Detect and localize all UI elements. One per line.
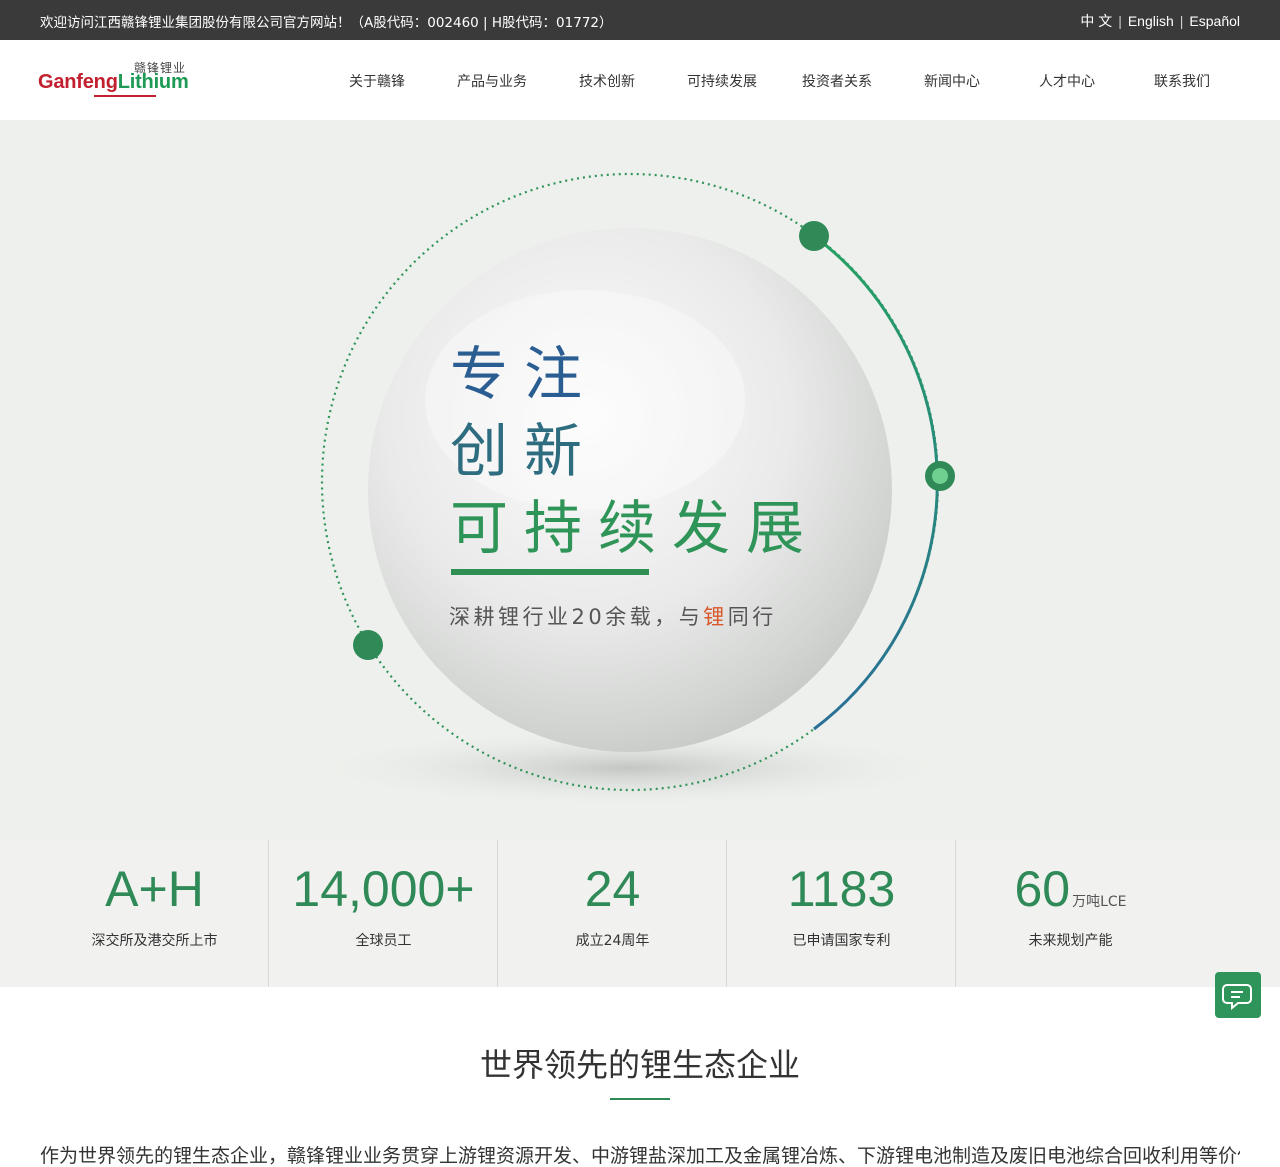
stat-patents: 1183 已申请国家专利 <box>727 840 956 987</box>
stat-number: 24 <box>584 861 641 917</box>
logo-english: GanfengLithium <box>38 71 189 94</box>
stat-label: 未来规划产能 <box>1028 933 1113 949</box>
chat-bubble-icon <box>1222 984 1252 1011</box>
stat-label: 深交所及港交所上市 <box>91 933 218 949</box>
stat-number: 14,000+ <box>292 861 475 917</box>
stat-capacity: 60 万吨LCE 未来规划产能 <box>956 840 1185 987</box>
stat-number: 60 <box>1014 861 1071 917</box>
hero-subtitle-part2: 同行 <box>727 605 777 629</box>
lang-separator: | <box>1179 13 1184 29</box>
logo-ganfeng: Ganfeng <box>38 71 118 93</box>
orbit-node-right-inner <box>932 468 948 484</box>
stat-number: A+H <box>105 861 204 917</box>
hero-slogan-line3: 可持续发展 <box>450 494 821 562</box>
stat-value: 60 万吨LCE <box>956 860 1185 918</box>
chat-button[interactable] <box>1215 972 1261 1018</box>
nav-about[interactable]: 关于赣锋 <box>349 71 405 91</box>
stat-unit: 万吨LCE <box>1072 894 1127 910</box>
logo-lithium: Lithium <box>117 71 189 93</box>
nav-sustainability[interactable]: 可持续发展 <box>687 71 757 91</box>
stat-value: 24 <box>498 860 727 918</box>
top-bar: 欢迎访问江西赣锋锂业集团股份有限公司官方网站！（A股代码：002460 | H股… <box>0 0 1280 40</box>
intro-title: 世界领先的锂生态企业 <box>479 1046 800 1084</box>
ganfeng-logo[interactable]: 赣锋锂业 GanfengLithium <box>38 58 208 102</box>
intro-title-underline <box>610 1098 670 1100</box>
hero-banner: 专注 创新 可持续发展 深耕锂行业20余载，与锂同行 <box>0 120 1280 840</box>
stat-number: 1183 <box>787 861 896 917</box>
intro-paragraph: 作为世界领先的锂生态企业，赣锋锂业业务贯穿上游锂资源开发、中游锂盐深加工及金属锂… <box>40 1145 1240 1167</box>
stat-value: 14,000+ <box>269 860 498 918</box>
nav-news[interactable]: 新闻中心 <box>924 71 980 91</box>
lang-spanish[interactable]: Español <box>1189 13 1240 29</box>
stat-employees: 14,000+ 全球员工 <box>269 840 498 987</box>
site-header: 赣锋锂业 GanfengLithium 关于赣锋 产品与业务 技术创新 可持续发… <box>0 40 1280 120</box>
nav-contact[interactable]: 联系我们 <box>1154 71 1210 91</box>
stat-value: 1183 <box>727 860 956 918</box>
welcome-text: 欢迎访问江西赣锋锂业集团股份有限公司官方网站！（A股代码：002460 | H股… <box>40 15 613 31</box>
stat-label: 全球员工 <box>355 933 412 949</box>
hero-subtitle-part1: 深耕锂行业20余载，与 <box>449 605 704 629</box>
orbit-node-top <box>799 221 829 251</box>
nav-technology[interactable]: 技术创新 <box>579 71 635 91</box>
stat-listing: A+H 深交所及港交所上市 <box>40 840 269 987</box>
hero-subtitle: 深耕锂行业20余载，与锂同行 <box>449 601 777 631</box>
orbit-node-left <box>353 630 383 660</box>
stat-label: 已申请国家专利 <box>792 933 891 949</box>
nav-products[interactable]: 产品与业务 <box>457 71 527 91</box>
stat-value: A+H <box>40 860 269 918</box>
hero-divider <box>451 569 649 575</box>
hero-graphic <box>300 172 960 808</box>
logo-underline <box>94 95 156 97</box>
stats-bar: A+H 深交所及港交所上市 14,000+ 全球员工 24 成立24周年 118… <box>0 840 1280 987</box>
nav-careers[interactable]: 人才中心 <box>1039 71 1095 91</box>
lang-chinese[interactable]: 中 文 <box>1080 13 1112 29</box>
stat-years: 24 成立24周年 <box>498 840 727 987</box>
lang-english[interactable]: English <box>1128 13 1174 29</box>
language-switcher: 中 文 | English | Español <box>1080 11 1240 31</box>
stat-label: 成立24周年 <box>575 933 650 949</box>
hero-subtitle-highlight: 锂 <box>703 605 728 629</box>
hero-slogan-line2: 创新 <box>450 417 599 485</box>
lang-separator: | <box>1118 13 1122 29</box>
nav-investor-relations[interactable]: 投资者关系 <box>802 71 872 91</box>
hero-slogan-line1: 专注 <box>450 340 599 408</box>
